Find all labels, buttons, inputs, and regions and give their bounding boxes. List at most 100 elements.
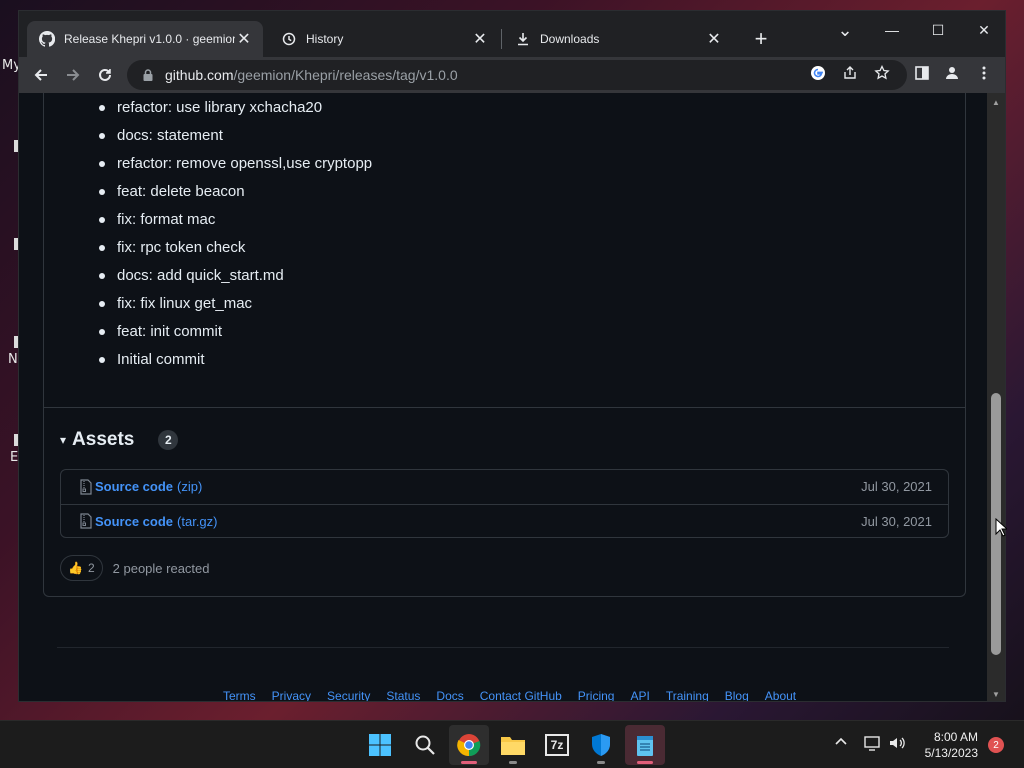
reactions: 👍 2 2 people reacted [60, 555, 210, 581]
assets-header[interactable]: ▾ Assets 2 [60, 429, 179, 451]
scroll-up-arrow-icon[interactable]: ▲ [991, 97, 1001, 107]
running-indicator [597, 761, 605, 764]
footer-link-security[interactable]: Security [327, 689, 370, 701]
reload-icon [99, 68, 111, 81]
asset-link-targz[interactable]: Source code [95, 514, 173, 529]
browser-window: Release Khepri v1.0.0 · geemion/ ✕ Histo… [18, 10, 1006, 702]
assets-list: Source code (zip) Jul 30, 2021 Source co… [60, 469, 949, 538]
reaction-count: 2 [87, 561, 95, 575]
url-host: github.com [165, 67, 234, 83]
asset-date: Jul 30, 2021 [861, 479, 932, 494]
chrome-icon [457, 734, 481, 757]
tab-downloads[interactable]: Downloads ✕ [503, 21, 733, 57]
windows-logo-icon [369, 734, 391, 756]
start-button[interactable] [360, 725, 400, 765]
file-zip-icon [80, 478, 92, 495]
chrome-taskbar-button[interactable] [449, 725, 489, 765]
asset-row: Source code (zip) Jul 30, 2021 [61, 470, 948, 503]
commit-list: refactor: use library xchacha20 docs: st… [92, 97, 372, 377]
tab-separator [501, 29, 502, 49]
notepad-taskbar-button[interactable] [625, 725, 665, 765]
back-arrow-icon [34, 69, 47, 81]
mouse-cursor-icon [995, 518, 1007, 537]
browser-toolbar: github.com /geemion/Khepri/releases/tag/… [19, 57, 1005, 93]
footer-link-pricing[interactable]: Pricing [578, 689, 615, 701]
page-scrollbar[interactable]: ▲ ▼ [987, 93, 1005, 701]
reload-button[interactable] [91, 61, 119, 89]
footer-link-status[interactable]: Status [386, 689, 420, 701]
commit-item: docs: statement [92, 125, 372, 153]
menu-kebab-icon[interactable] [975, 64, 993, 82]
maximize-button[interactable]: ☐ [915, 15, 961, 45]
tab-close-button[interactable]: ✕ [705, 30, 723, 48]
tab-history[interactable]: History ✕ [269, 21, 499, 57]
commit-item: fix: rpc token check [92, 237, 372, 265]
commit-item: feat: delete beacon [92, 181, 372, 209]
tab-title: Release Khepri v1.0.0 · geemion/ [64, 32, 235, 46]
assets-title: Assets [72, 429, 135, 450]
collapse-triangle-icon[interactable]: ▾ [60, 433, 66, 447]
footer-link-terms[interactable]: Terms [223, 689, 256, 701]
chevron-up-icon [835, 737, 847, 745]
taskbar: 7z 8:00 AM 5/13/2023 2 [0, 720, 1024, 768]
footer-link-privacy[interactable]: Privacy [272, 689, 311, 701]
search-icon [415, 735, 435, 755]
7zip-taskbar-button[interactable]: 7z [537, 725, 577, 765]
new-tab-button[interactable]: + [747, 25, 775, 53]
profile-icon[interactable] [943, 64, 961, 82]
tab-close-button[interactable]: ✕ [235, 30, 253, 48]
asset-ext[interactable]: (zip) [177, 479, 202, 494]
tab-release[interactable]: Release Khepri v1.0.0 · geemion/ ✕ [27, 21, 263, 57]
side-panel-icon[interactable] [913, 64, 931, 82]
active-indicator [637, 761, 653, 764]
asset-link-zip[interactable]: Source code [95, 479, 173, 494]
commit-item: feat: init commit [92, 321, 372, 349]
network-button[interactable] [864, 735, 882, 754]
footer-link-about[interactable]: About [765, 689, 796, 701]
address-bar[interactable]: github.com /geemion/Khepri/releases/tag/… [127, 60, 907, 90]
search-button[interactable] [405, 725, 445, 765]
commit-item: fix: fix linux get_mac [92, 293, 372, 321]
notification-badge[interactable]: 2 [988, 737, 1004, 753]
close-window-button[interactable]: ✕ [961, 15, 1005, 45]
release-body: refactor: use library xchacha20 docs: st… [43, 93, 966, 597]
tab-strip: Release Khepri v1.0.0 · geemion/ ✕ Histo… [19, 11, 1005, 57]
bookmark-star-icon[interactable] [873, 64, 891, 82]
clock-time: 8:00 AM [933, 730, 978, 744]
footer-link-docs[interactable]: Docs [436, 689, 463, 701]
tab-search-button[interactable]: ⌄ [822, 15, 868, 45]
desktop-label-fragment: E [10, 450, 19, 465]
thumbs-up-reaction-button[interactable]: 👍 2 [60, 555, 103, 581]
clock-date: 5/13/2023 [924, 746, 978, 760]
tab-close-button[interactable]: ✕ [471, 30, 489, 48]
tab-title: Downloads [540, 32, 600, 46]
asset-ext[interactable]: (tar.gz) [177, 514, 217, 529]
footer-link-blog[interactable]: Blog [725, 689, 749, 701]
taskbar-clock[interactable]: 8:00 AM 5/13/2023 [900, 729, 978, 761]
share-icon[interactable] [841, 64, 859, 82]
footer-divider [57, 647, 949, 648]
forward-arrow-icon [67, 69, 80, 81]
file-explorer-taskbar-button[interactable] [493, 725, 533, 765]
show-hidden-icons-button[interactable] [834, 735, 848, 752]
footer-link-contact[interactable]: Contact GitHub [480, 689, 562, 701]
tab-title: History [306, 32, 344, 46]
assets-count-badge: 2 [158, 430, 179, 450]
reaction-summary: 2 people reacted [112, 560, 210, 576]
scroll-down-arrow-icon[interactable]: ▼ [991, 689, 1001, 699]
google-lens-icon[interactable] [809, 64, 827, 82]
commit-item: fix: format mac [92, 209, 372, 237]
commit-item: docs: add quick_start.md [92, 265, 372, 293]
url-path: /geemion/Khepri/releases/tag/v1.0.0 [233, 67, 458, 83]
divider [44, 407, 965, 408]
windows-security-taskbar-button[interactable] [581, 725, 621, 765]
commit-item: refactor: remove openssl,use cryptopp [92, 153, 372, 181]
minimize-button[interactable]: — [869, 15, 915, 45]
7zip-icon: 7z [545, 734, 569, 756]
footer-link-training[interactable]: Training [666, 689, 709, 701]
folder-icon [501, 737, 525, 755]
forward-button[interactable] [59, 61, 87, 89]
back-button[interactable] [27, 61, 55, 89]
file-zip-icon [80, 513, 92, 529]
footer-link-api[interactable]: API [630, 689, 649, 701]
